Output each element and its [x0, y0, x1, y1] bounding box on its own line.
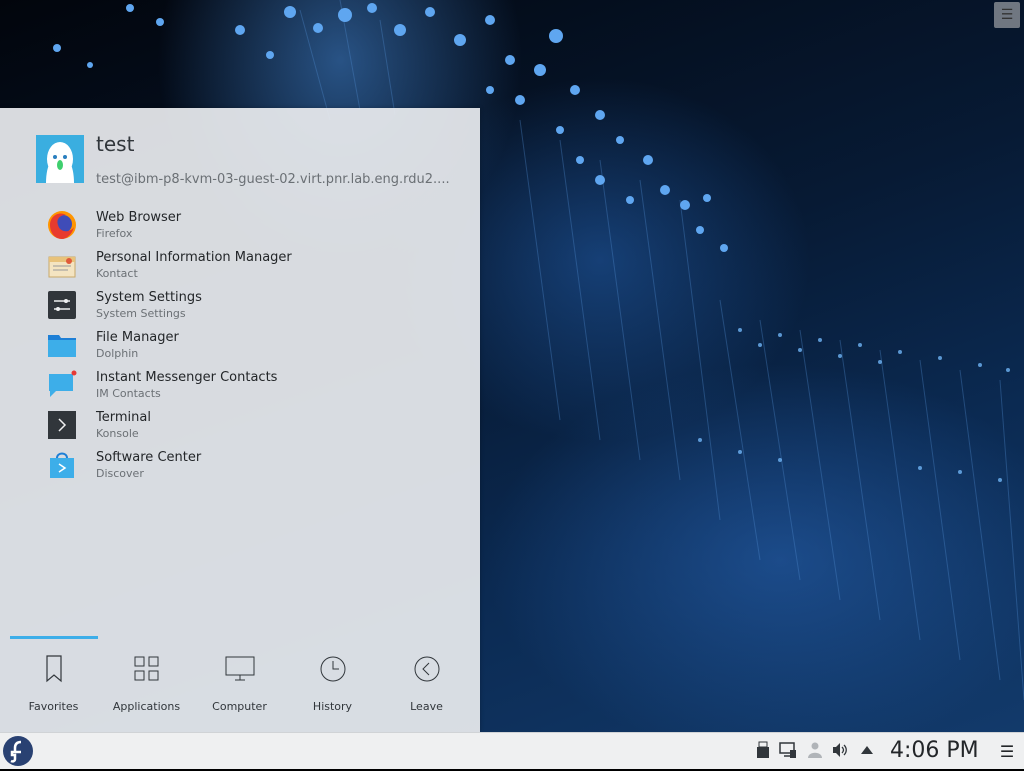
user-host: test@ibm-p8-kvm-03-guest-02.virt.pnr.lab…: [96, 172, 450, 187]
app-generic-name: Konsole: [96, 427, 139, 440]
app-name: Personal Information Manager: [96, 250, 292, 265]
app-generic-name: Discover: [96, 467, 144, 480]
app-generic-name: Dolphin: [96, 347, 139, 360]
usb-icon[interactable]: [754, 741, 772, 759]
app-generic-name: IM Contacts: [96, 387, 161, 400]
digital-clock[interactable]: 4:06 PM: [890, 738, 979, 763]
terminal-icon: [46, 409, 78, 441]
network-icon[interactable]: [779, 741, 797, 759]
firefox-icon: [46, 209, 78, 241]
favorite-system-settings[interactable]: System Settings System Settings: [0, 285, 480, 325]
grid-icon: [100, 654, 193, 684]
app-generic-name: Firefox: [96, 227, 133, 240]
user-avatar[interactable]: [36, 135, 84, 183]
panel-options-button[interactable]: ☰: [998, 741, 1016, 761]
desktop-toolbox-button[interactable]: ☰: [994, 2, 1020, 28]
monitor-icon: [193, 654, 286, 684]
favorite-software-center[interactable]: Software Center Discover: [0, 445, 480, 485]
application-launcher: test test@ibm-p8-kvm-03-guest-02.virt.pn…: [0, 108, 480, 732]
folder-icon: [46, 329, 78, 361]
hamburger-menu-icon: ☰: [999, 741, 1015, 761]
favorite-personal-information-manager[interactable]: Personal Information Manager Kontact: [0, 245, 480, 285]
favorite-file-manager[interactable]: File Manager Dolphin: [0, 325, 480, 365]
kontact-icon: [46, 249, 78, 281]
user-status-icon[interactable]: [806, 741, 824, 759]
tab-favorites[interactable]: Favorites: [7, 646, 100, 716]
tab-label: Computer: [212, 700, 267, 713]
arrow-left-circle-icon: [380, 654, 473, 684]
chat-bubble-icon: [46, 369, 78, 401]
app-name: File Manager: [96, 330, 179, 345]
favorite-terminal[interactable]: Terminal Konsole: [0, 405, 480, 445]
app-generic-name: System Settings: [96, 307, 186, 320]
tab-label: Leave: [410, 700, 443, 713]
user-name: test: [96, 132, 135, 156]
tab-applications[interactable]: Applications: [100, 646, 193, 716]
app-name: Web Browser: [96, 210, 182, 225]
active-tab-indicator: [10, 636, 98, 639]
taskbar-panel: 4:06 PM ☰: [0, 732, 1024, 769]
launcher-tabs: Favorites Applications Computer History …: [0, 646, 480, 716]
system-tray: 4:06 PM ☰: [0, 733, 1024, 769]
tab-leave[interactable]: Leave: [380, 646, 473, 716]
system-settings-icon: [46, 289, 78, 321]
tab-label: Applications: [112, 700, 181, 713]
user-face-icon: [36, 135, 84, 183]
tab-label: History: [312, 700, 353, 713]
favorite-web-browser[interactable]: Web Browser Firefox: [0, 205, 480, 245]
favorite-instant-messenger-contacts[interactable]: Instant Messenger Contacts IM Contacts: [0, 365, 480, 405]
tab-history[interactable]: History: [286, 646, 379, 716]
app-name: Instant Messenger Contacts: [96, 370, 278, 385]
tab-label: Favorites: [28, 700, 79, 713]
tab-computer[interactable]: Computer: [193, 646, 286, 716]
clock-icon: [286, 654, 379, 684]
hamburger-menu-icon: ☰: [1000, 7, 1014, 23]
bookmark-icon: [7, 654, 100, 684]
app-name: Software Center: [96, 450, 202, 465]
app-generic-name: Kontact: [96, 267, 138, 280]
expand-arrow-icon[interactable]: [858, 741, 876, 759]
shopping-bag-icon: [46, 449, 78, 481]
favorites-list: Web Browser Firefox Personal Information…: [0, 205, 480, 485]
app-name: System Settings: [96, 290, 202, 305]
volume-icon[interactable]: [831, 741, 849, 759]
app-name: Terminal: [96, 410, 151, 425]
